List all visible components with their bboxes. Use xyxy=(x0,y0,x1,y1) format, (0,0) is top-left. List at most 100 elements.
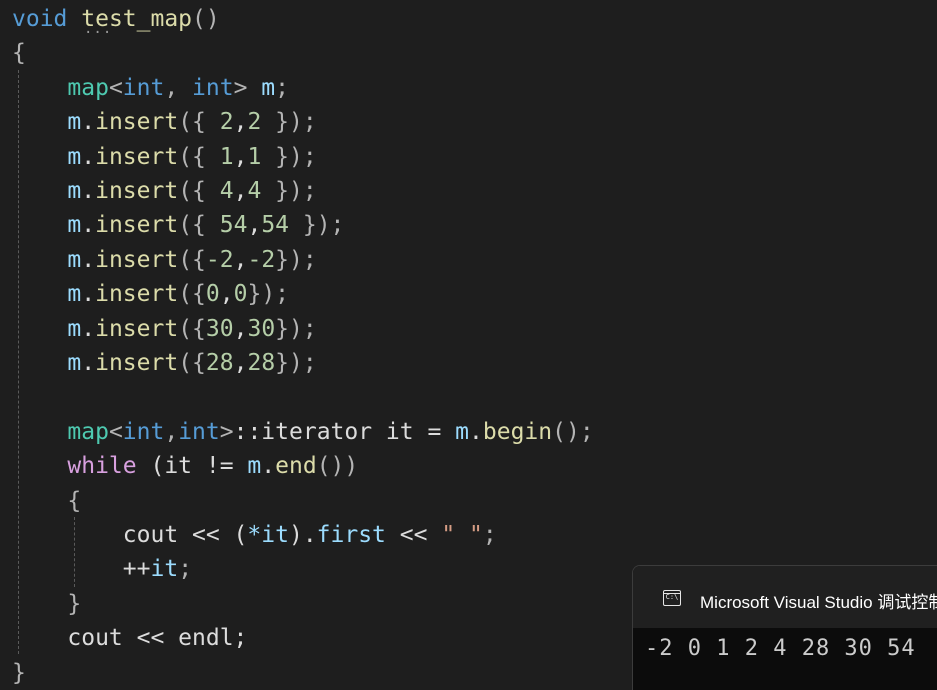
code-line-11[interactable]: m.insert({28,28}); xyxy=(12,346,317,380)
code-token: . xyxy=(469,418,483,445)
code-token: ). xyxy=(288,522,317,548)
code-token: -2 xyxy=(247,246,276,273)
code-token: 0 xyxy=(205,281,220,308)
code-token: ()) xyxy=(316,453,359,480)
code-token: , xyxy=(233,143,248,170)
code-token: m xyxy=(67,178,82,204)
code-token: . xyxy=(81,315,96,342)
code-token: insert xyxy=(95,109,179,136)
code-token: 2 xyxy=(247,109,262,136)
terminal-icon: C:\ xyxy=(663,590,681,606)
code-token: , xyxy=(233,315,248,342)
code-token: m xyxy=(67,350,82,376)
code-line-1[interactable]: void test_map() xyxy=(12,2,220,36)
code-token: }); xyxy=(275,350,317,376)
code-token: insert xyxy=(95,178,179,204)
code-token: while xyxy=(67,453,137,480)
code-token: ::iterator it = xyxy=(233,418,456,445)
code-token: () xyxy=(192,6,220,32)
code-token: . xyxy=(81,281,96,308)
code-line-15[interactable]: { xyxy=(12,484,81,518)
console-output: -2 0 1 2 4 28 30 54 xyxy=(645,636,916,661)
code-token: int xyxy=(192,74,234,101)
code-token: first xyxy=(316,522,386,548)
code-line-18[interactable]: } xyxy=(12,587,81,621)
code-token: (); xyxy=(552,418,594,445)
code-token: cout << ( xyxy=(12,522,248,548)
code-token: ({ xyxy=(178,350,206,376)
code-token: -2 xyxy=(205,246,234,273)
code-token: ({ xyxy=(178,281,206,308)
debug-console-window[interactable]: C:\ Microsoft Visual Studio 调试控制台 -2 0 1… xyxy=(632,565,937,690)
code-token: m xyxy=(67,246,82,273)
code-line-14[interactable]: while (it != m.end()) xyxy=(12,449,358,483)
code-token: }); xyxy=(289,212,345,239)
code-token: }); xyxy=(261,109,317,136)
code-token: 28 xyxy=(205,350,234,376)
code-token: " " xyxy=(441,522,483,548)
code-token: ; xyxy=(482,522,497,548)
code-token: } xyxy=(12,659,26,686)
code-line-7[interactable]: m.insert({ 54,54 }); xyxy=(12,208,344,242)
code-line-4[interactable]: m.insert({ 2,2 }); xyxy=(12,105,317,139)
code-token: . xyxy=(261,453,276,480)
code-token: }); xyxy=(247,281,290,308)
code-token: m xyxy=(67,109,82,136)
code-token: ++ xyxy=(12,556,151,583)
code-token: , xyxy=(233,350,248,376)
code-line-2[interactable]: { xyxy=(12,36,26,70)
code-token: 30 xyxy=(205,315,234,342)
code-token: (it != xyxy=(136,453,248,480)
code-token: << xyxy=(385,522,442,548)
code-token: > xyxy=(233,74,248,101)
code-token: , xyxy=(219,281,234,308)
code-token: void xyxy=(12,6,68,32)
code-token: { xyxy=(67,487,82,514)
code-token: 1 xyxy=(219,143,234,170)
code-token: end xyxy=(275,453,317,480)
code-token: < xyxy=(108,74,123,101)
code-token: it xyxy=(261,522,289,548)
code-token: . xyxy=(81,178,96,204)
code-line-9[interactable]: m.insert({0,0}); xyxy=(12,277,289,311)
code-token: , xyxy=(233,246,248,273)
code-line-8[interactable]: m.insert({-2,-2}); xyxy=(12,243,316,277)
suggestion-dots-indicator[interactable]: ··· xyxy=(84,26,112,40)
console-titlebar[interactable]: C:\ Microsoft Visual Studio 调试控制台 xyxy=(633,566,937,628)
code-line-20[interactable]: } xyxy=(12,656,26,690)
code-line-5[interactable]: m.insert({ 1,1 }); xyxy=(12,140,316,174)
code-token: }); xyxy=(261,178,317,204)
code-token: ; xyxy=(275,74,290,101)
code-token: 0 xyxy=(233,281,248,308)
code-line-6[interactable]: m.insert({ 4,4 }); xyxy=(12,174,317,208)
code-line-17[interactable]: ++it; xyxy=(12,552,192,586)
code-token: 1 xyxy=(247,143,262,170)
code-line-10[interactable]: m.insert({30,30}); xyxy=(12,312,316,346)
code-token: . xyxy=(81,350,96,376)
code-token: } xyxy=(67,590,82,617)
code-token: > xyxy=(219,418,234,445)
code-token: insert xyxy=(95,315,179,342)
code-line-16[interactable]: cout << (*it).first << " "; xyxy=(12,518,497,552)
code-token: . xyxy=(81,212,96,239)
code-token: insert xyxy=(95,246,179,273)
code-line-13[interactable]: map<int,int>::iterator it = m.begin(); xyxy=(12,415,594,449)
code-token: m xyxy=(247,453,262,480)
code-token: ({ xyxy=(178,315,206,342)
code-token: map xyxy=(67,74,109,101)
code-line-3[interactable]: map<int, int> m; xyxy=(12,71,289,105)
code-token: it xyxy=(150,556,179,583)
code-token: < xyxy=(108,418,123,445)
code-token: ({ xyxy=(178,212,220,239)
code-token: m xyxy=(455,418,470,445)
code-line-19[interactable]: cout << endl; xyxy=(12,621,247,655)
code-token: cout << endl; xyxy=(12,625,248,652)
code-token: { xyxy=(12,40,26,67)
